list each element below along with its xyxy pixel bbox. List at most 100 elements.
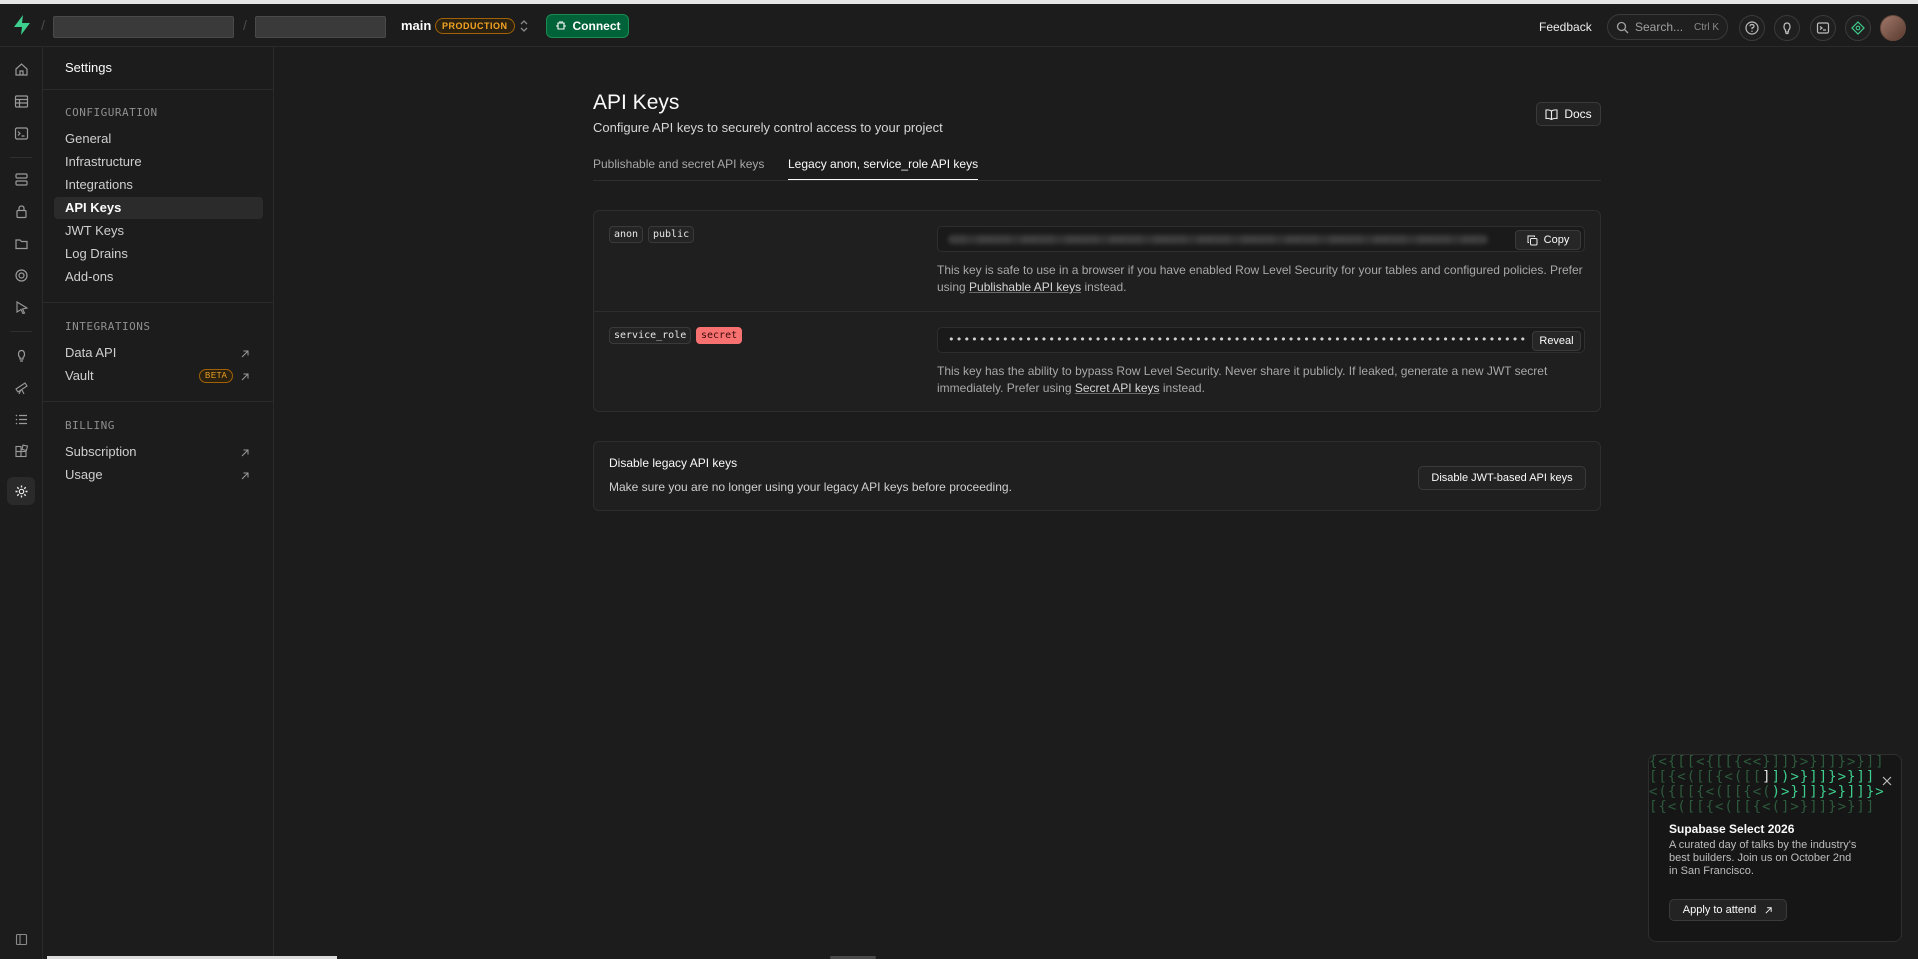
docs-label: Docs: [1564, 107, 1592, 121]
help-circle-icon: [1745, 21, 1759, 35]
sidebar-item-jwt-keys[interactable]: JWT Keys: [65, 223, 124, 238]
realtime-icon[interactable]: [11, 265, 31, 285]
database-icon[interactable]: [11, 169, 31, 189]
apply-label: Apply to attend: [1682, 904, 1757, 916]
anon-help-suffix: instead.: [1081, 280, 1127, 294]
publishable-keys-link[interactable]: Publishable API keys: [969, 280, 1081, 294]
disable-jwt-keys-button[interactable]: Disable JWT-based API keys: [1418, 466, 1586, 490]
promo-title: Supabase Select 2026: [1669, 822, 1795, 836]
section-label-billing: BILLING: [65, 419, 115, 432]
anon-key-help: This key is safe to use in a browser if …: [937, 262, 1587, 296]
supabase-logo-icon[interactable]: [12, 14, 32, 36]
assistant-button[interactable]: [1845, 15, 1871, 41]
connect-button[interactable]: Connect: [546, 14, 629, 38]
book-open-icon: [1545, 108, 1558, 120]
sidebar-item-subscription[interactable]: Subscription: [65, 444, 137, 459]
sidebar-divider: [43, 89, 274, 90]
external-link-icon: [1765, 906, 1772, 914]
integrations-grid-icon[interactable]: [11, 441, 31, 461]
sidebar-item-vault[interactable]: Vault: [65, 368, 94, 383]
settings-gear-icon[interactable]: [11, 481, 31, 501]
reveal-button[interactable]: Reveal: [1532, 331, 1581, 351]
user-avatar[interactable]: [1880, 15, 1906, 41]
external-link-icon: [241, 350, 249, 358]
rail-divider: [10, 331, 32, 332]
sidebar-toggle-icon[interactable]: [11, 929, 31, 949]
table-editor-icon[interactable]: [11, 91, 31, 111]
reveal-label: Reveal: [1539, 335, 1574, 347]
breadcrumb-separator-icon: /: [243, 17, 247, 33]
page-subtitle: Configure API keys to securely control a…: [593, 120, 943, 135]
terminal-button[interactable]: [1810, 15, 1836, 41]
copy-button[interactable]: Copy: [1515, 230, 1581, 250]
sidebar-item-add-ons[interactable]: Add-ons: [65, 269, 113, 284]
edge-functions-icon[interactable]: [11, 297, 31, 317]
disable-legacy-card: Disable legacy API keys Make sure you ar…: [593, 441, 1601, 511]
sidebar-title: Settings: [65, 60, 112, 75]
home-icon[interactable]: [11, 59, 31, 79]
sidebar-item-api-keys[interactable]: API Keys: [65, 200, 121, 215]
service-role-help-text: This key has the ability to bypass Row L…: [937, 364, 1548, 395]
branch-name[interactable]: main: [401, 18, 431, 33]
copy-label: Copy: [1543, 234, 1570, 246]
service-role-key-help: This key has the ability to bypass Row L…: [937, 363, 1587, 397]
external-link-icon: [241, 373, 249, 381]
chevron-up-down-icon[interactable]: [519, 18, 529, 34]
sidebar-item-data-api[interactable]: Data API: [65, 345, 116, 360]
promo-ascii-art: {<{[[<{[[{<<}]]}>}]]}>}]] [[{<([[{<([[]]…: [1649, 755, 1885, 815]
search-icon: [1616, 21, 1629, 33]
search-shortcut: Ctrl K: [1694, 21, 1719, 33]
advisors-lightbulb-icon[interactable]: [11, 345, 31, 365]
sidebar-divider: [43, 401, 274, 402]
settings-sidebar: Settings CONFIGURATION General Infrastru…: [43, 47, 274, 959]
sidebar-item-usage[interactable]: Usage: [65, 467, 103, 482]
sidebar-divider: [43, 302, 274, 303]
observability-telescope-icon[interactable]: [11, 377, 31, 397]
anon-tag: anon: [609, 226, 644, 243]
help-button[interactable]: [1739, 15, 1765, 41]
project-selector-redacted[interactable]: [255, 16, 386, 38]
feedback-button[interactable]: Feedback: [1539, 20, 1592, 34]
connect-label: Connect: [572, 19, 621, 33]
beta-badge: BETA: [199, 369, 234, 383]
rail-divider: [10, 157, 32, 158]
sidebar-item-log-drains[interactable]: Log Drains: [65, 246, 128, 261]
sql-editor-icon[interactable]: [11, 123, 31, 143]
lightbulb-icon: [1783, 22, 1791, 35]
service-role-key-field[interactable]: ••••••••••••••••••••••••••••••••••••••••…: [937, 327, 1585, 353]
storage-icon[interactable]: [11, 233, 31, 253]
close-icon[interactable]: [1881, 775, 1893, 787]
lock-icon[interactable]: [11, 201, 31, 221]
service-role-masked-value: ••••••••••••••••••••••••••••••••••••••••…: [948, 333, 1528, 346]
anon-key-field[interactable]: Copy: [937, 226, 1585, 252]
copy-icon: [1527, 235, 1538, 245]
promo-card: {<{[[<{[[{<<}]]}>}]]}>}]] [[{<([[{<([[]]…: [1648, 754, 1902, 942]
secret-tag: secret: [696, 327, 743, 344]
apply-to-attend-button[interactable]: Apply to attend: [1669, 899, 1787, 921]
sidebar-item-infrastructure[interactable]: Infrastructure: [65, 154, 142, 169]
terminal-icon: [1816, 22, 1830, 34]
sidebar-item-integrations[interactable]: Integrations: [65, 177, 133, 192]
docs-button[interactable]: Docs: [1536, 102, 1601, 126]
tabs-underline: [593, 180, 1601, 181]
section-label-integrations: INTEGRATIONS: [65, 320, 151, 333]
service-role-tag: service_role: [609, 327, 692, 344]
secret-keys-link[interactable]: Secret API keys: [1075, 381, 1160, 395]
plug-icon: [555, 21, 566, 30]
tab-legacy-keys[interactable]: Legacy anon, service_role API keys: [788, 157, 979, 180]
public-tag: public: [648, 226, 695, 243]
section-label-configuration: CONFIGURATION: [65, 106, 158, 119]
navigation-rail: [0, 47, 43, 959]
page-title: API Keys: [593, 91, 680, 114]
tab-publishable-secret[interactable]: Publishable and secret API keys: [593, 157, 764, 179]
external-link-icon: [241, 449, 249, 457]
organization-selector-redacted[interactable]: [53, 16, 234, 38]
legacy-keys-card: anon public Copy This key is safe to use…: [593, 210, 1601, 412]
sidebar-item-general[interactable]: General: [65, 131, 111, 146]
search-input[interactable]: Search... Ctrl K: [1607, 14, 1728, 40]
assistant-diamond-icon: [1851, 21, 1865, 35]
advisor-button[interactable]: [1774, 15, 1800, 41]
search-placeholder: Search...: [1635, 20, 1684, 34]
promo-body: A curated day of talks by the industry's…: [1669, 839, 1857, 877]
logs-list-icon[interactable]: [11, 409, 31, 429]
